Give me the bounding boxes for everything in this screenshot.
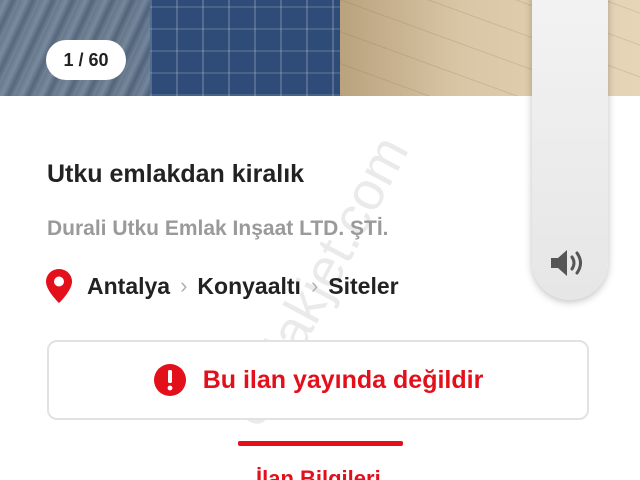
location-breadcrumb: Antalya › Konyaaltı › Siteler xyxy=(45,268,399,304)
listing-company[interactable]: Durali Utku Emlak Inşaat LTD. ŞTİ. xyxy=(47,217,389,241)
speaker-volume-icon[interactable] xyxy=(548,246,588,280)
location-district[interactable]: Konyaaltı xyxy=(197,273,301,300)
notice-text: Bu ilan yayında değildir xyxy=(202,365,484,394)
location-city[interactable]: Antalya xyxy=(87,273,170,300)
map-pin-icon xyxy=(46,269,72,303)
listing-title: Utku emlakdan kiralık xyxy=(47,160,305,188)
listing-page: 1 / 60 emlakjet.com Utku emlakdan kiralı… xyxy=(0,0,640,480)
chevron-right-icon: › xyxy=(310,273,319,298)
photo-window-grid xyxy=(150,0,340,96)
chevron-right-icon: › xyxy=(180,273,188,298)
listing-status-notice: Bu ilan yayında değildir xyxy=(47,340,589,420)
photo-counter-badge: 1 / 60 xyxy=(46,40,126,80)
tab-active-indicator xyxy=(238,441,403,446)
location-neighborhood[interactable]: Siteler xyxy=(328,273,398,300)
tab-listing-info[interactable]: İlan Bilgileri xyxy=(256,466,381,480)
alert-icon xyxy=(153,364,186,396)
